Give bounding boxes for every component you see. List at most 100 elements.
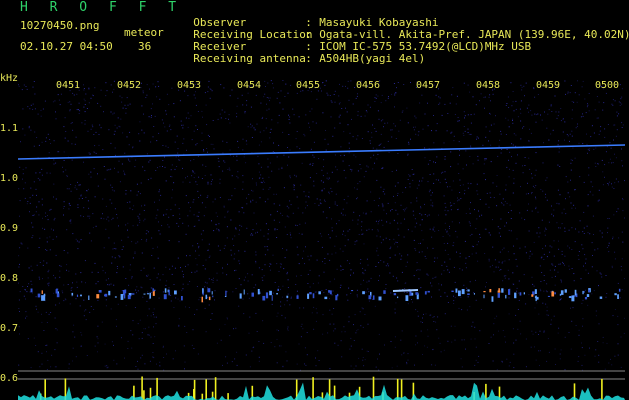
y-tick-label: 1.0 [0,173,19,184]
meteor-echo [262,295,266,301]
meteor-echo [405,295,409,301]
meteor-bar [396,378,399,400]
meteor-echo [569,296,571,298]
meteor-echo [424,291,427,295]
meteor-echo [239,293,242,299]
meteor-echo [243,289,245,295]
meteor-echo [427,290,430,293]
datetime-label: 02.10.27 04:50 [20,40,113,53]
meteor-echo [123,294,126,299]
meteor-echo [467,289,470,292]
meteor-echo [56,288,59,290]
meteor-echo [617,294,619,299]
meteor-echo [564,289,567,293]
meteor-echo [571,295,575,302]
meteor-echo [514,292,517,299]
x-tick-label: 0454 [237,80,262,91]
x-tick-label: 0451 [56,80,81,91]
meteor-echo [277,288,279,291]
x-tick-label: 0455 [296,80,321,91]
meteor-echo [614,293,617,296]
meteor-bar [227,393,229,400]
meteor-echo [56,293,60,298]
meteor-echo [312,293,315,299]
meteor-echo [296,295,299,299]
spectrogram [18,80,625,400]
meteor-echo [164,288,167,293]
meteor-bar [372,376,375,400]
meteor-echo [104,294,106,297]
meteor-echo [309,292,312,295]
meteor-echo [124,289,127,294]
meteor-echo [329,290,332,295]
x-tick-label: 0500 [595,80,620,91]
meteor-echo [336,293,339,297]
meteor-echo [618,288,621,292]
meteor-echo [362,291,365,295]
meteor-echo [383,290,386,294]
meteor-echo [76,294,78,297]
meteor-echo [483,294,485,299]
meteor-echo [174,290,177,295]
meteor-echo [497,292,500,298]
meteor-echo [201,296,203,303]
meteor-echo [554,292,556,295]
meteor-echo [368,295,372,300]
meteor-echo [574,289,577,296]
carrier-line [18,144,625,160]
meteor-echo [523,292,525,295]
meteor-echo [551,291,555,297]
meteor-echo [43,295,46,301]
meteor-echo [351,290,354,292]
meteor-echo [560,290,564,295]
meteor-bar [601,378,603,400]
meteor-bar [214,377,217,400]
meteor-echo [451,290,454,292]
meteor-bar [143,390,145,400]
meteor-echo [30,288,33,293]
meteor-echo [205,294,208,300]
meteor-echo [531,294,534,297]
meteor-echo [286,295,289,298]
meteor-echo [473,293,475,295]
meteor-echo [491,296,494,302]
y-tick-label: 1.1 [0,123,19,134]
meteor-echo [508,289,511,295]
meteor-echo [397,296,399,299]
meteor-echo [37,293,41,298]
info-key: Receiving antenna [193,52,306,65]
meteor-echo [146,293,149,295]
x-tick-label: 0459 [536,80,561,91]
meteor-echo [276,293,278,295]
meteor-echo [489,289,492,293]
meteor-echo [41,295,44,301]
meteor-echo [131,293,135,295]
info-value: A504HB(yagi 4el) [319,52,426,65]
meteor-echo [415,292,419,295]
meteor-echo [225,290,227,297]
meteor-echo [152,290,155,296]
meteor-bar [312,377,314,400]
meteor-echo [114,296,117,298]
meteor-echo [599,296,603,299]
meteor-echo [318,291,321,295]
meteor-bar [141,376,143,400]
meteor-bar [44,379,46,400]
y-tick-label: 0.6 [0,373,19,384]
meteor-echo [483,291,486,293]
meteor-echo [181,296,183,301]
meteor-echo [98,290,102,293]
meteor-echo [586,294,590,297]
y-tick-label: 0.7 [0,323,19,334]
meteor-echo [324,296,328,300]
meteor-echo [41,290,43,294]
meteor-echo [127,295,131,300]
meteor-label: meteor [124,26,164,39]
y-tick-label: 0.8 [0,273,19,284]
y-tick-label: 0.9 [0,223,19,234]
meteor-echo [152,288,154,292]
meteor-echo [458,290,461,297]
meteor-echo [467,293,470,295]
meteor-echo [501,288,504,293]
meteor-echo [584,297,588,300]
